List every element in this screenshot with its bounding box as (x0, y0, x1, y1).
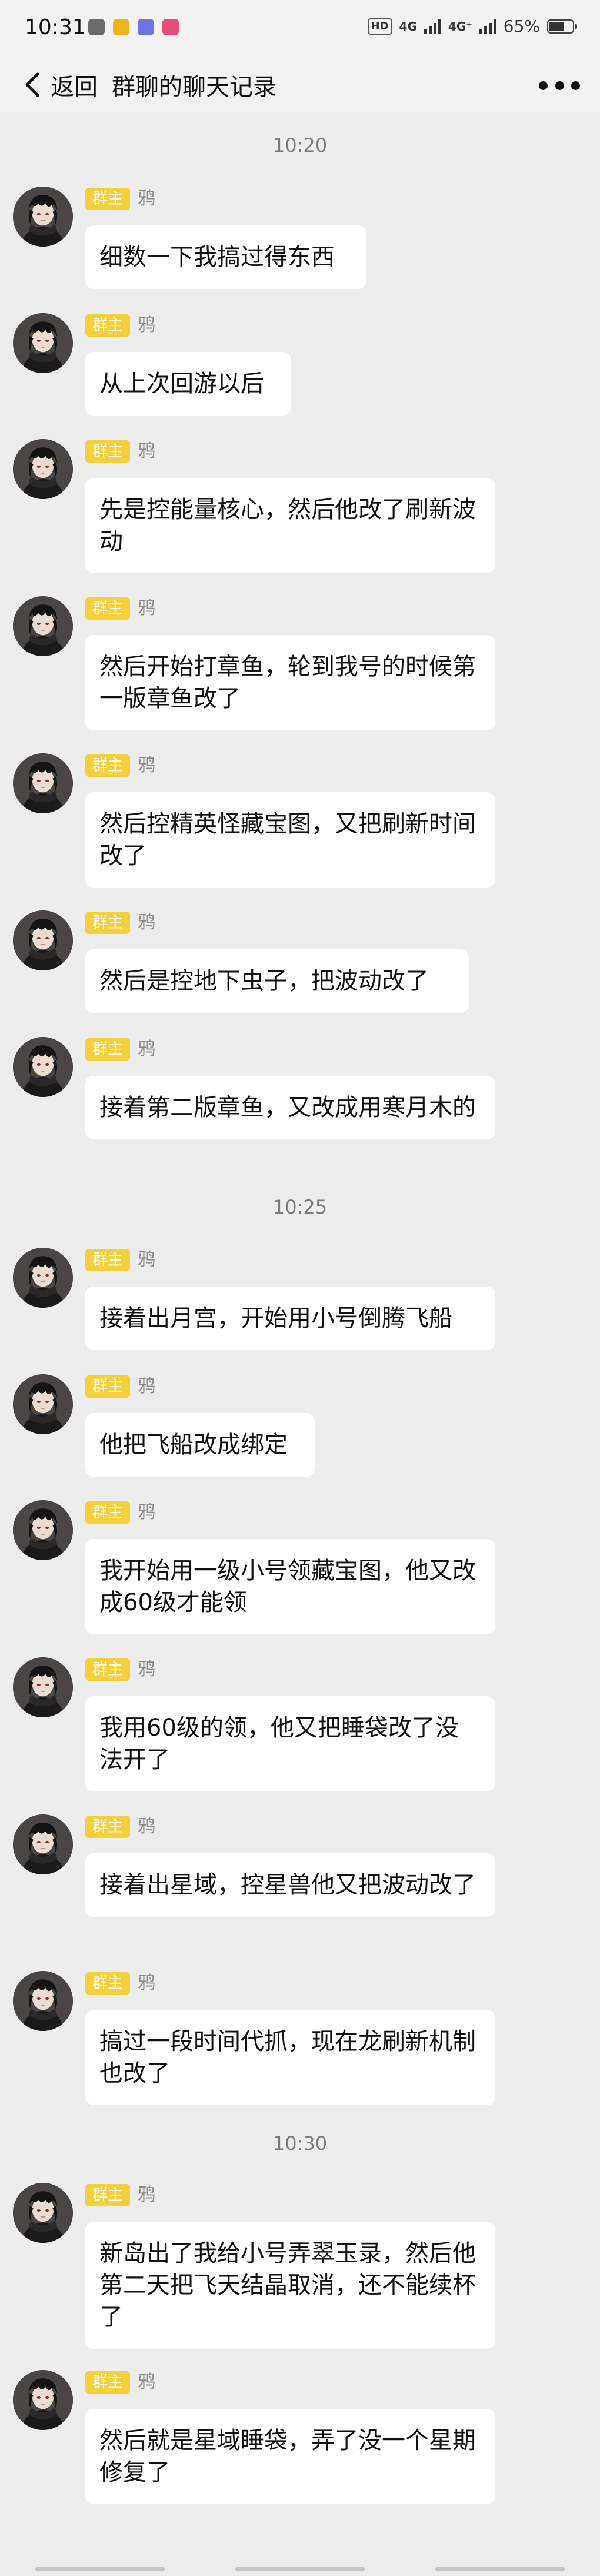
sender-name: 鸦 (138, 1973, 155, 1993)
page-title: 群聊的聊天记录 (112, 74, 276, 101)
message-bubble[interactable]: 新岛出了我给小号弄翠玉录，然后他第二天把飞天结晶取消，还不能续杯了 (85, 2222, 495, 2349)
role-badge: 群主 (85, 1038, 131, 1061)
role-badge: 群主 (85, 597, 131, 620)
avatar[interactable] (13, 910, 73, 970)
role-badge: 群主 (85, 912, 131, 934)
notification-app-icon (162, 19, 179, 35)
bottom-bar-segment (235, 2567, 365, 2571)
sender-name: 鸦 (138, 1249, 155, 1270)
timestamp: 10:25 (272, 1196, 328, 1218)
more-options-button[interactable] (539, 71, 580, 100)
notification-app-icon (113, 19, 129, 35)
message-bubble[interactable]: 然后控精英怪藏宝图，又把刷新时间改了 (85, 792, 495, 888)
more-dot-icon (539, 81, 548, 90)
message-bubble[interactable]: 接着第二版章鱼，又改成用寒月木的 (85, 1076, 495, 1139)
avatar[interactable] (13, 2183, 73, 2243)
avatar[interactable] (13, 1814, 73, 1874)
message-bubble[interactable]: 搞过一段时间代抓，现在龙刷新机制也改了 (85, 2010, 495, 2105)
role-badge: 群主 (85, 1501, 131, 1524)
sender-name: 鸦 (138, 1659, 155, 1680)
signal-icon (479, 19, 496, 34)
avatar[interactable] (13, 596, 73, 656)
sender-name: 鸦 (138, 1039, 155, 1059)
avatar[interactable] (13, 1971, 73, 2031)
role-badge: 群主 (85, 754, 131, 777)
back-button[interactable]: 返回 群聊的聊天记录 (20, 67, 276, 102)
sender-name: 鸦 (138, 2372, 155, 2392)
message-bubble[interactable]: 然后是控地下虫子，把波动改了 (85, 949, 469, 1013)
network-type-2: 4G⁺ (448, 19, 472, 34)
avatar[interactable] (13, 1500, 73, 1560)
notification-app-icon (138, 19, 154, 35)
sender-name: 鸦 (138, 912, 155, 933)
status-indicators: HD 4G 4G⁺ 65% (367, 16, 577, 36)
avatar[interactable] (13, 439, 73, 499)
sender-name: 鸦 (138, 2185, 155, 2205)
sender-name: 鸦 (138, 1816, 155, 1837)
signal-icon (424, 19, 441, 34)
message-bubble[interactable]: 接着出月宫，开始用小号倒腾飞船 (85, 1287, 495, 1350)
timestamp: 10:30 (272, 2132, 328, 2155)
avatar[interactable] (13, 1657, 73, 1717)
more-dot-icon (555, 81, 564, 90)
role-badge: 群主 (85, 1375, 131, 1398)
avatar[interactable] (13, 753, 73, 813)
message-bubble[interactable]: 接着出星域，控星兽他又把波动改了 (85, 1853, 495, 1917)
avatar[interactable] (13, 2370, 73, 2430)
sender-name: 鸦 (138, 1376, 155, 1397)
role-badge: 群主 (85, 1972, 131, 1995)
avatar[interactable] (13, 1374, 73, 1434)
battery-icon (547, 19, 577, 34)
timestamp: 10:20 (272, 134, 328, 157)
more-dot-icon (571, 81, 580, 90)
role-badge: 群主 (85, 1249, 131, 1271)
role-badge: 群主 (85, 440, 131, 463)
network-type-1: 4G (399, 19, 417, 34)
message-bubble[interactable]: 我用60级的领，他又把睡袋改了没法开了 (85, 1696, 495, 1791)
message-bubble[interactable]: 然后开始打章鱼，轮到我号的时候第一版章鱼改了 (85, 635, 495, 730)
message-bubble[interactable]: 先是控能量核心，然后他改了刷新波动 (85, 478, 495, 573)
role-badge: 群主 (85, 1816, 131, 1838)
role-badge: 群主 (85, 188, 131, 210)
role-badge: 群主 (85, 2184, 131, 2206)
avatar[interactable] (13, 187, 73, 247)
sender-name: 鸦 (138, 188, 155, 209)
role-badge: 群主 (85, 2371, 131, 2394)
nav-bar: 返回 群聊的聊天记录 (0, 59, 600, 112)
role-badge: 群主 (85, 1658, 131, 1681)
sender-name: 鸦 (138, 755, 155, 776)
bottom-bar-segment (35, 2567, 165, 2571)
notification-icons (88, 19, 179, 35)
message-bubble[interactable]: 然后就是星域睡袋，弄了没一个星期修复了 (85, 2409, 495, 2504)
message-bubble[interactable]: 细数一下我搞过得东西 (85, 225, 366, 289)
avatar[interactable] (13, 1037, 73, 1097)
sender-name: 鸦 (138, 1502, 155, 1523)
bottom-bar-segment (435, 2567, 565, 2571)
hd-voice-icon: HD (367, 18, 392, 35)
chevron-left-icon (25, 72, 39, 97)
sender-name: 鸦 (138, 441, 155, 461)
message-bubble[interactable]: 我开始用一级小号领藏宝图，他又改成60级才能领 (85, 1539, 495, 1634)
status-bar: 10:31 HD 4G 4G⁺ 65% (0, 0, 600, 59)
status-time: 10:31 (25, 15, 86, 39)
avatar[interactable] (13, 313, 73, 373)
sender-name: 鸦 (138, 315, 155, 335)
message-bubble[interactable]: 从上次回游以后 (85, 352, 291, 416)
bottom-bar (0, 2567, 600, 2571)
avatar[interactable] (13, 1248, 73, 1308)
sender-name: 鸦 (138, 598, 155, 619)
back-label: 返回 (51, 74, 98, 101)
notification-app-icon (88, 19, 105, 35)
role-badge: 群主 (85, 314, 131, 337)
battery-percent: 65% (503, 16, 540, 36)
message-bubble[interactable]: 他把飞船改成绑定 (85, 1413, 315, 1477)
